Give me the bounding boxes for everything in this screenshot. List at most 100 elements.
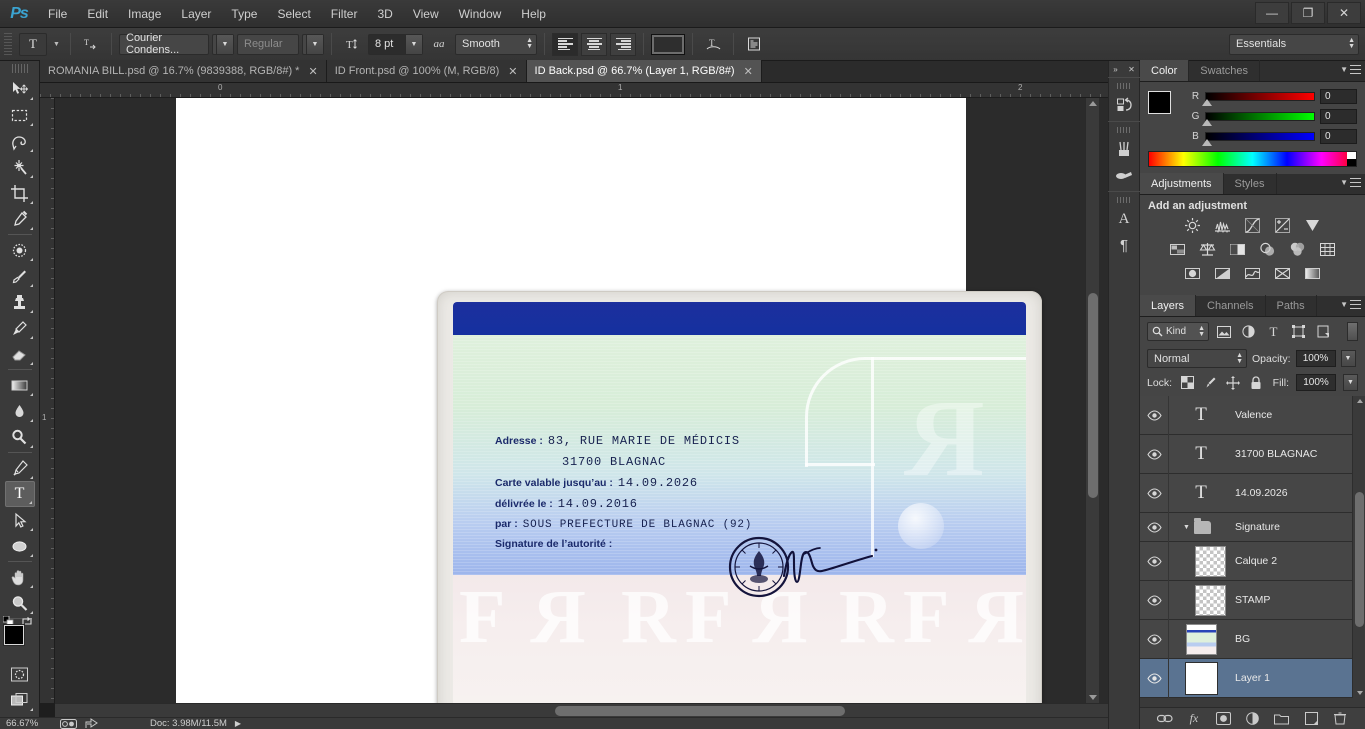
history-icon[interactable] [1111,92,1137,118]
align-right-button[interactable] [610,32,636,56]
opacity-value[interactable]: 100% [1295,350,1336,367]
type-tool-icon[interactable]: T [19,32,47,56]
filter-pixel-layers-icon[interactable] [1213,322,1234,341]
layer-list[interactable]: T Valence T 31700 BLAGNAC T 14.09.2026 ▼… [1140,395,1365,698]
clone-stamp-tool[interactable] [5,289,35,315]
curves-icon[interactable] [1243,216,1263,235]
toggle-text-orientation-icon[interactable]: T [78,33,104,56]
lock-transparent-pixels-icon[interactable] [1179,375,1195,391]
blend-mode-select[interactable]: Normal ▲ ▼ [1147,349,1247,368]
close-dock-icon[interactable]: ✕ [1128,65,1135,74]
align-left-button[interactable] [552,32,578,56]
tab-layers[interactable]: Layers [1140,295,1197,316]
color-panel-menu-icon[interactable]: ▼ [1340,65,1361,74]
layer-name[interactable]: Layer 1 [1233,672,1270,684]
scrollbar-thumb[interactable] [555,706,845,716]
tab-styles[interactable]: Styles [1224,173,1277,194]
rectangular-marquee-tool[interactable] [5,102,35,128]
font-family-dropdown-button[interactable]: ▼ [212,33,234,55]
fill-value[interactable]: 100% [1296,374,1336,391]
table-row[interactable]: Calque 2 [1140,541,1365,581]
green-slider[interactable] [1202,112,1315,126]
foreground-color-swatch[interactable] [3,625,24,645]
link-layers-icon[interactable] [1155,710,1175,728]
lock-position-icon[interactable] [1225,375,1241,391]
filter-shape-layers-icon[interactable] [1288,322,1309,341]
character-icon[interactable]: A [1111,206,1137,232]
white-swatch[interactable] [1347,152,1356,159]
filter-smart-objects-icon[interactable] [1313,322,1334,341]
scrollbar-thumb[interactable] [1355,492,1364,627]
align-center-button[interactable] [581,32,607,56]
clone-source-icon[interactable] [1111,162,1137,188]
layer-visibility-toggle[interactable] [1140,659,1168,698]
tab-paths[interactable]: Paths [1266,295,1317,316]
table-row[interactable]: ▼ Signature [1140,512,1365,542]
restore-button[interactable]: ❐ [1291,2,1325,24]
green-value[interactable]: 0 [1320,109,1357,124]
dock-grip[interactable] [1117,83,1131,89]
font-style-dropdown-button[interactable]: ▼ [302,33,324,55]
layer-name[interactable]: 14.09.2026 [1233,487,1288,499]
tab-swatches[interactable]: Swatches [1189,60,1260,81]
gradient-map-icon[interactable] [1303,264,1323,283]
tab-id-back[interactable]: ID Back.psd @ 66.7% (Layer 1, RGB/8#) ✕ [526,60,762,82]
adjustments-panel-menu-icon[interactable]: ▼ [1340,178,1361,187]
menu-select[interactable]: Select [267,0,320,28]
exposure-icon[interactable] [1273,216,1293,235]
color-lookup-icon[interactable] [1318,240,1338,259]
tab-romania-bill[interactable]: ROMANIA BILL.psd @ 16.7% (9839388, RGB/8… [40,60,327,82]
foreground-color-swatch[interactable] [1148,91,1171,114]
new-layer-icon[interactable] [1301,710,1321,728]
color-spectrum-ramp[interactable] [1148,151,1357,167]
tab-adjustments[interactable]: Adjustments [1140,173,1224,194]
stepper-icon[interactable]: ▲ ▼ [1348,35,1355,54]
menu-edit[interactable]: Edit [77,0,118,28]
close-icon[interactable]: ✕ [508,65,517,78]
toolbar-grip[interactable] [11,64,28,73]
menu-layer[interactable]: Layer [171,0,221,28]
scroll-up-arrow-icon[interactable] [1356,399,1363,403]
invert-icon[interactable] [1183,264,1203,283]
filter-adjustment-layers-icon[interactable] [1238,322,1259,341]
share-icon[interactable] [85,718,98,729]
blue-slider[interactable] [1202,132,1315,146]
menu-window[interactable]: Window [449,0,512,28]
scrollbar-thumb[interactable] [1088,293,1098,498]
stepper-icon[interactable]: ▲ ▼ [1236,350,1243,367]
layers-scrollbar[interactable] [1352,396,1365,698]
spot-healing-brush-tool[interactable] [5,237,35,263]
document-canvas[interactable]: R F R R F R R F R Adresse: 83, RUE MARI… [176,98,1042,703]
tab-channels[interactable]: Channels [1196,295,1266,316]
crop-tool[interactable] [5,180,35,206]
expand-panels-icon[interactable]: » [1113,65,1117,74]
opacity-chevron-down-icon[interactable]: ▼ [1340,350,1356,367]
scroll-down-arrow-icon[interactable] [1089,695,1097,700]
tab-color[interactable]: Color [1140,60,1190,81]
text-color-swatch[interactable] [651,33,685,55]
chevron-down-icon[interactable]: ▼ [405,34,422,54]
table-row[interactable]: STAMP [1140,580,1365,620]
brightness-contrast-icon[interactable] [1183,216,1203,235]
zoom-level[interactable]: 66.67% [6,718,52,729]
warp-text-icon[interactable]: T [700,33,726,56]
stepper-icon[interactable]: ▲ ▼ [1198,323,1205,340]
id-card-back[interactable]: R F R R F R R F R Adresse: 83, RUE MARI… [437,291,1042,703]
chevron-down-icon[interactable]: ▼ [1183,524,1190,531]
red-value[interactable]: 0 [1320,89,1357,104]
path-selection-tool[interactable] [5,507,35,533]
layer-name[interactable]: Signature [1233,521,1280,533]
dodge-tool[interactable] [5,424,35,450]
layer-visibility-toggle[interactable] [1140,620,1168,659]
minimize-button[interactable]: — [1255,2,1289,24]
pen-tool[interactable] [5,455,35,481]
history-brush-tool[interactable] [5,315,35,341]
brush-tool[interactable] [5,263,35,289]
photo-filter-icon[interactable] [1258,240,1278,259]
black-white-icon[interactable] [1228,240,1248,259]
close-button[interactable]: ✕ [1327,2,1361,24]
zoom-tool[interactable] [5,590,35,616]
eyedropper-tool[interactable] [5,206,35,232]
layer-name[interactable]: Calque 2 [1233,555,1277,567]
canvas-area[interactable]: R F R R F R R F R Adresse: 83, RUE MARI… [55,98,1108,703]
